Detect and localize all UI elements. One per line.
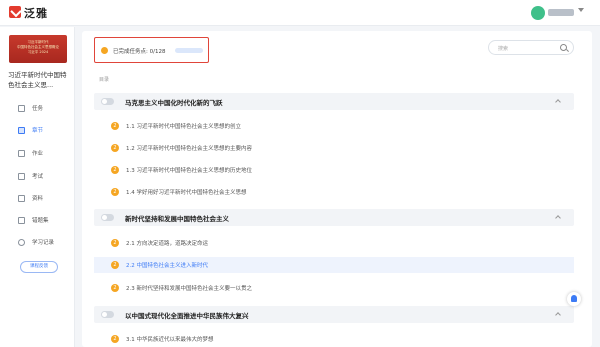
section-item[interactable]: 2 1.1 习近平新时代中国特色社会主义思想的创立 [94,118,574,134]
task-count-badge: 2 [111,166,119,174]
chevron-up-icon[interactable] [555,215,561,221]
section-title[interactable]: 2.1 方向决定道路，道路决定命运 [126,239,208,247]
app-logo-text[interactable]: 泛雅 [24,5,48,21]
chapter-icon [18,126,25,134]
task-count-badge: 2 [111,144,119,152]
chevron-up-icon[interactable] [555,99,561,105]
course-title: 习近平新时代中国特色社会主义思... [8,71,67,89]
task-icon [18,104,25,112]
chapter-panel: 已完成任务点: 0/128 搜索 目录 马克思主义中国化时代化新的飞跃 2 1.… [82,31,592,347]
task-count-badge: 2 [111,284,119,292]
section-title[interactable]: 3.1 中华民族近代以来最伟大的梦想 [126,335,214,343]
progress-dot-icon [101,47,108,54]
chapter-header[interactable]: 以中国式现代化全面推进中华民族伟大复兴 [94,306,574,323]
chapter-title: 以中国式现代化全面推进中华民族伟大复兴 [125,312,249,320]
section-item[interactable]: 2 1.4 学好用好习近平新时代中国特色社会主义思想 [94,184,574,200]
sidebar-item-task[interactable]: 任务 [18,102,43,114]
section-item[interactable]: 2 2.3 新时代坚持和发展中国特色社会主义要一以贯之 [94,280,574,296]
section-title[interactable]: 2.3 新时代坚持和发展中国特色社会主义要一以贯之 [126,284,252,292]
search-icon[interactable] [560,44,567,51]
sidebar-item-wrongbook[interactable]: 错题集 [18,214,49,226]
task-count-badge: 2 [111,261,119,269]
chapter-title: 马克思主义中国化时代化新的飞跃 [125,99,223,107]
chapter-header[interactable]: 马克思主义中国化时代化新的飞跃 [94,93,574,110]
search-placeholder: 搜索 [498,46,509,52]
user-avatar[interactable] [531,6,545,20]
record-icon [18,238,25,246]
chevron-up-icon[interactable] [555,312,561,318]
chapter-toggle-icon[interactable] [101,214,114,221]
chevron-down-icon[interactable] [578,8,584,12]
top-bar: 泛雅 [0,0,600,26]
section-title[interactable]: 2.2 中国特色社会主义进入新时代 [126,261,208,269]
sidebar-item-label: 学习记录 [32,240,55,246]
section-title[interactable]: 1.4 学好用好习近平新时代中国特色社会主义思想 [126,188,247,196]
cover-line: 习近平 2024 [27,50,49,54]
progress-bar [175,48,203,53]
sidebar-item-record[interactable]: 学习记录 [18,236,54,248]
chapter-title: 新时代坚持和发展中国特色社会主义 [125,215,229,223]
section-item-active[interactable]: 2 2.2 中国特色社会主义进入新时代 [94,257,574,273]
section-item[interactable]: 2 1.2 习近平新时代中国特色社会主义思想的主要内容 [94,140,574,156]
task-count-badge: 2 [111,188,119,196]
task-count-badge: 2 [111,122,119,130]
user-name[interactable] [548,9,574,16]
wrongbook-icon [18,216,25,224]
assistant-float-button[interactable] [567,292,581,306]
progress-label: 已完成任务点: 0/128 [113,49,166,55]
sidebar-item-label: 资料 [32,196,44,202]
progress-summary: 已完成任务点: 0/128 [94,37,209,63]
section-item[interactable]: 2 2.1 方向决定道路，道路决定命运 [94,235,574,251]
sidebar-item-label: 章节 [32,128,44,134]
sidebar-item-label: 考试 [32,174,44,180]
section-item[interactable]: 2 1.3 习近平新时代中国特色社会主义思想的历史地位 [94,162,574,178]
course-feedback-button[interactable]: 课程反馈 [20,261,58,273]
toc-heading: 目录 [99,77,110,83]
chapter-header[interactable]: 新时代坚持和发展中国特色社会主义 [94,209,574,226]
section-title[interactable]: 1.2 习近平新时代中国特色社会主义思想的主要内容 [126,144,252,152]
sidebar-item-material[interactable]: 资料 [18,192,43,204]
material-icon [18,194,25,202]
chapter-toggle-icon[interactable] [101,98,114,105]
sidebar-item-homework[interactable]: 作业 [18,147,43,159]
sidebar-item-chapter[interactable]: 章节 [18,124,43,136]
task-count-badge: 2 [111,239,119,247]
section-title[interactable]: 1.3 习近平新时代中国特色社会主义思想的历史地位 [126,166,252,174]
task-count-badge: 2 [111,335,119,343]
exam-icon [18,172,25,180]
homework-icon [18,149,25,157]
section-title[interactable]: 1.1 习近平新时代中国特色社会主义思想的创立 [126,122,241,130]
section-item[interactable]: 2 3.1 中华民族近代以来最伟大的梦想 [94,331,574,347]
search-input[interactable]: 搜索 [488,40,574,55]
sidebar-item-label: 任务 [32,106,44,112]
course-cover: 习近平新时代 中国特色社会主义思想概论 习近平 2024 [9,35,67,63]
cover-line: 习近平新时代 [27,40,49,44]
sidebar-item-label: 作业 [32,151,44,157]
chapter-toggle-icon[interactable] [101,311,114,318]
sidebar-item-exam[interactable]: 考试 [18,170,43,182]
sidebar: 习近平新时代 中国特色社会主义思想概论 习近平 2024 习近平新时代中国特色社… [0,27,75,347]
sidebar-item-label: 错题集 [32,218,49,224]
logo-icon[interactable] [9,6,21,18]
